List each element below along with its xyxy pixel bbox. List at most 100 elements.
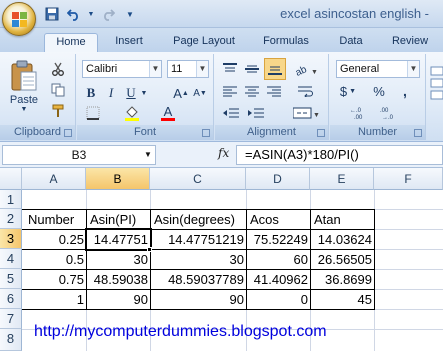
fill-color-button[interactable] <box>119 104 145 122</box>
align-bottom-button[interactable] <box>264 58 286 80</box>
row-header-2[interactable]: 2 <box>0 209 22 229</box>
italic-button[interactable]: I <box>102 84 120 102</box>
column-header-f[interactable]: F <box>374 168 443 190</box>
fill-handle[interactable] <box>147 247 152 252</box>
tab-home[interactable]: Home <box>44 33 98 52</box>
tab-page-layout[interactable]: Page Layout <box>170 33 238 52</box>
font-size-dropdown-icon[interactable]: ▼ <box>196 61 208 77</box>
bold-button[interactable]: B <box>82 84 100 102</box>
cell-d6[interactable]: 0 <box>246 290 310 309</box>
cell-c2[interactable]: Asin(degrees) <box>152 211 246 229</box>
decrease-indent-button[interactable] <box>220 104 242 122</box>
font-name-combo[interactable]: Calibri ▼ <box>82 60 162 78</box>
column-header-d[interactable]: D <box>246 168 310 190</box>
cell-a3[interactable]: 0.25 <box>22 230 86 249</box>
tab-insert[interactable]: Insert <box>108 33 150 52</box>
save-icon[interactable] <box>44 6 60 22</box>
align-left-button[interactable] <box>220 82 240 100</box>
format-painter-button[interactable] <box>48 102 68 120</box>
underline-dropdown-icon[interactable]: ▼ <box>140 84 148 102</box>
cell-e6[interactable]: 45 <box>310 290 374 309</box>
align-center-button[interactable] <box>242 82 262 100</box>
align-middle-button[interactable] <box>242 60 262 78</box>
cell-d2[interactable]: Acos <box>248 211 310 229</box>
cell-b4[interactable]: 30 <box>86 250 150 269</box>
cell-b2[interactable]: Asin(PI) <box>88 211 150 229</box>
cell-d5[interactable]: 41.40962 <box>246 270 310 289</box>
undo-icon[interactable] <box>66 6 82 22</box>
conditional-formatting-button[interactable] <box>429 60 443 110</box>
decrease-decimal-button[interactable]: .00 →.0 <box>378 104 402 122</box>
paste-button[interactable]: Paste ▼ <box>6 58 42 114</box>
column-header-c[interactable]: C <box>150 168 246 190</box>
svg-text:.00: .00 <box>380 108 389 114</box>
alignment-launcher[interactable] <box>317 129 325 137</box>
cell-e3[interactable]: 14.03624 <box>310 230 374 249</box>
column-header-b[interactable]: B <box>86 168 150 190</box>
redo-icon[interactable] <box>100 6 116 22</box>
cell-b6[interactable]: 90 <box>86 290 150 309</box>
copy-button[interactable] <box>48 81 68 99</box>
merge-center-button[interactable]: ▼ <box>289 104 323 122</box>
wrap-text-button[interactable] <box>295 82 317 100</box>
shrink-font-button[interactable]: A ▼ <box>191 84 209 102</box>
row-header-4[interactable]: 4 <box>0 249 22 269</box>
column-header-e[interactable]: E <box>310 168 374 190</box>
insert-function-button[interactable]: fx <box>218 146 229 160</box>
formula-input[interactable]: =ASIN(A3)*180/PI() <box>236 145 443 165</box>
increase-indent-button[interactable] <box>245 104 267 122</box>
cell-c4[interactable]: 30 <box>150 250 246 269</box>
percent-style-button[interactable]: % <box>370 82 388 100</box>
font-color-button[interactable]: A <box>155 104 181 122</box>
cell-a6[interactable]: 1 <box>22 290 86 309</box>
clipboard-launcher[interactable] <box>64 129 72 137</box>
align-right-button[interactable] <box>264 82 284 100</box>
row-header-8[interactable]: 8 <box>0 329 22 351</box>
cell-a5[interactable]: 0.75 <box>22 270 86 289</box>
name-box-dropdown-icon[interactable]: ▼ <box>144 146 152 164</box>
row-header-3[interactable]: 3 <box>0 229 22 249</box>
number-format-combo[interactable]: General ▼ <box>336 60 420 78</box>
orientation-button[interactable]: ab ▼ <box>291 60 321 78</box>
tab-review[interactable]: Review <box>388 33 432 52</box>
cell-b5[interactable]: 48.59038 <box>86 270 150 289</box>
borders-button[interactable] <box>82 104 104 122</box>
cell-d4[interactable]: 60 <box>246 250 310 269</box>
font-launcher[interactable] <box>202 129 210 137</box>
underline-button[interactable]: U <box>122 84 140 102</box>
row-header-1[interactable]: 1 <box>0 190 22 209</box>
cut-button[interactable] <box>48 60 68 78</box>
tab-data[interactable]: Data <box>336 33 366 52</box>
column-header-a[interactable]: A <box>22 168 86 190</box>
select-all-corner[interactable] <box>0 168 22 190</box>
cell-a4[interactable]: 0.5 <box>22 250 86 269</box>
worksheet-grid[interactable]: A B C D E F 1 2 3 4 5 6 7 8 Number Asin(… <box>0 168 443 351</box>
blog-url-text[interactable]: http://mycomputerdummies.blogspot.com <box>34 323 327 341</box>
row-header-7[interactable]: 7 <box>0 309 22 329</box>
comma-style-button[interactable]: , <box>396 82 414 100</box>
office-button[interactable] <box>2 2 36 36</box>
undo-dropdown-icon[interactable]: ▼ <box>88 6 95 22</box>
number-launcher[interactable] <box>414 129 422 137</box>
cell-e4[interactable]: 26.56505 <box>310 250 374 269</box>
number-format-dropdown-icon[interactable]: ▼ <box>407 61 419 77</box>
row-header-5[interactable]: 5 <box>0 269 22 289</box>
cell-e2[interactable]: Atan <box>312 211 374 229</box>
cell-c3[interactable]: 14.47751219 <box>150 230 246 249</box>
table-border <box>22 209 375 210</box>
align-top-button[interactable] <box>220 60 240 78</box>
accounting-format-button[interactable]: $ ▼ <box>336 82 360 100</box>
name-box[interactable]: B3 ▼ <box>2 145 156 165</box>
row-header-6[interactable]: 6 <box>0 289 22 309</box>
cell-c5[interactable]: 48.59037789 <box>150 270 246 289</box>
tab-formulas[interactable]: Formulas <box>258 33 314 52</box>
cell-d3[interactable]: 75.52249 <box>246 230 310 249</box>
grow-font-button[interactable]: A ▲ <box>172 84 190 102</box>
cell-c6[interactable]: 90 <box>150 290 246 309</box>
cell-a2[interactable]: Number <box>26 211 86 229</box>
increase-decimal-button[interactable]: ←.0.00 <box>348 104 372 122</box>
font-name-dropdown-icon[interactable]: ▼ <box>149 61 161 77</box>
cell-e5[interactable]: 36.8699 <box>310 270 374 289</box>
font-size-combo[interactable]: 11 ▼ <box>167 60 209 78</box>
customize-icon[interactable]: ▼ <box>122 6 138 22</box>
